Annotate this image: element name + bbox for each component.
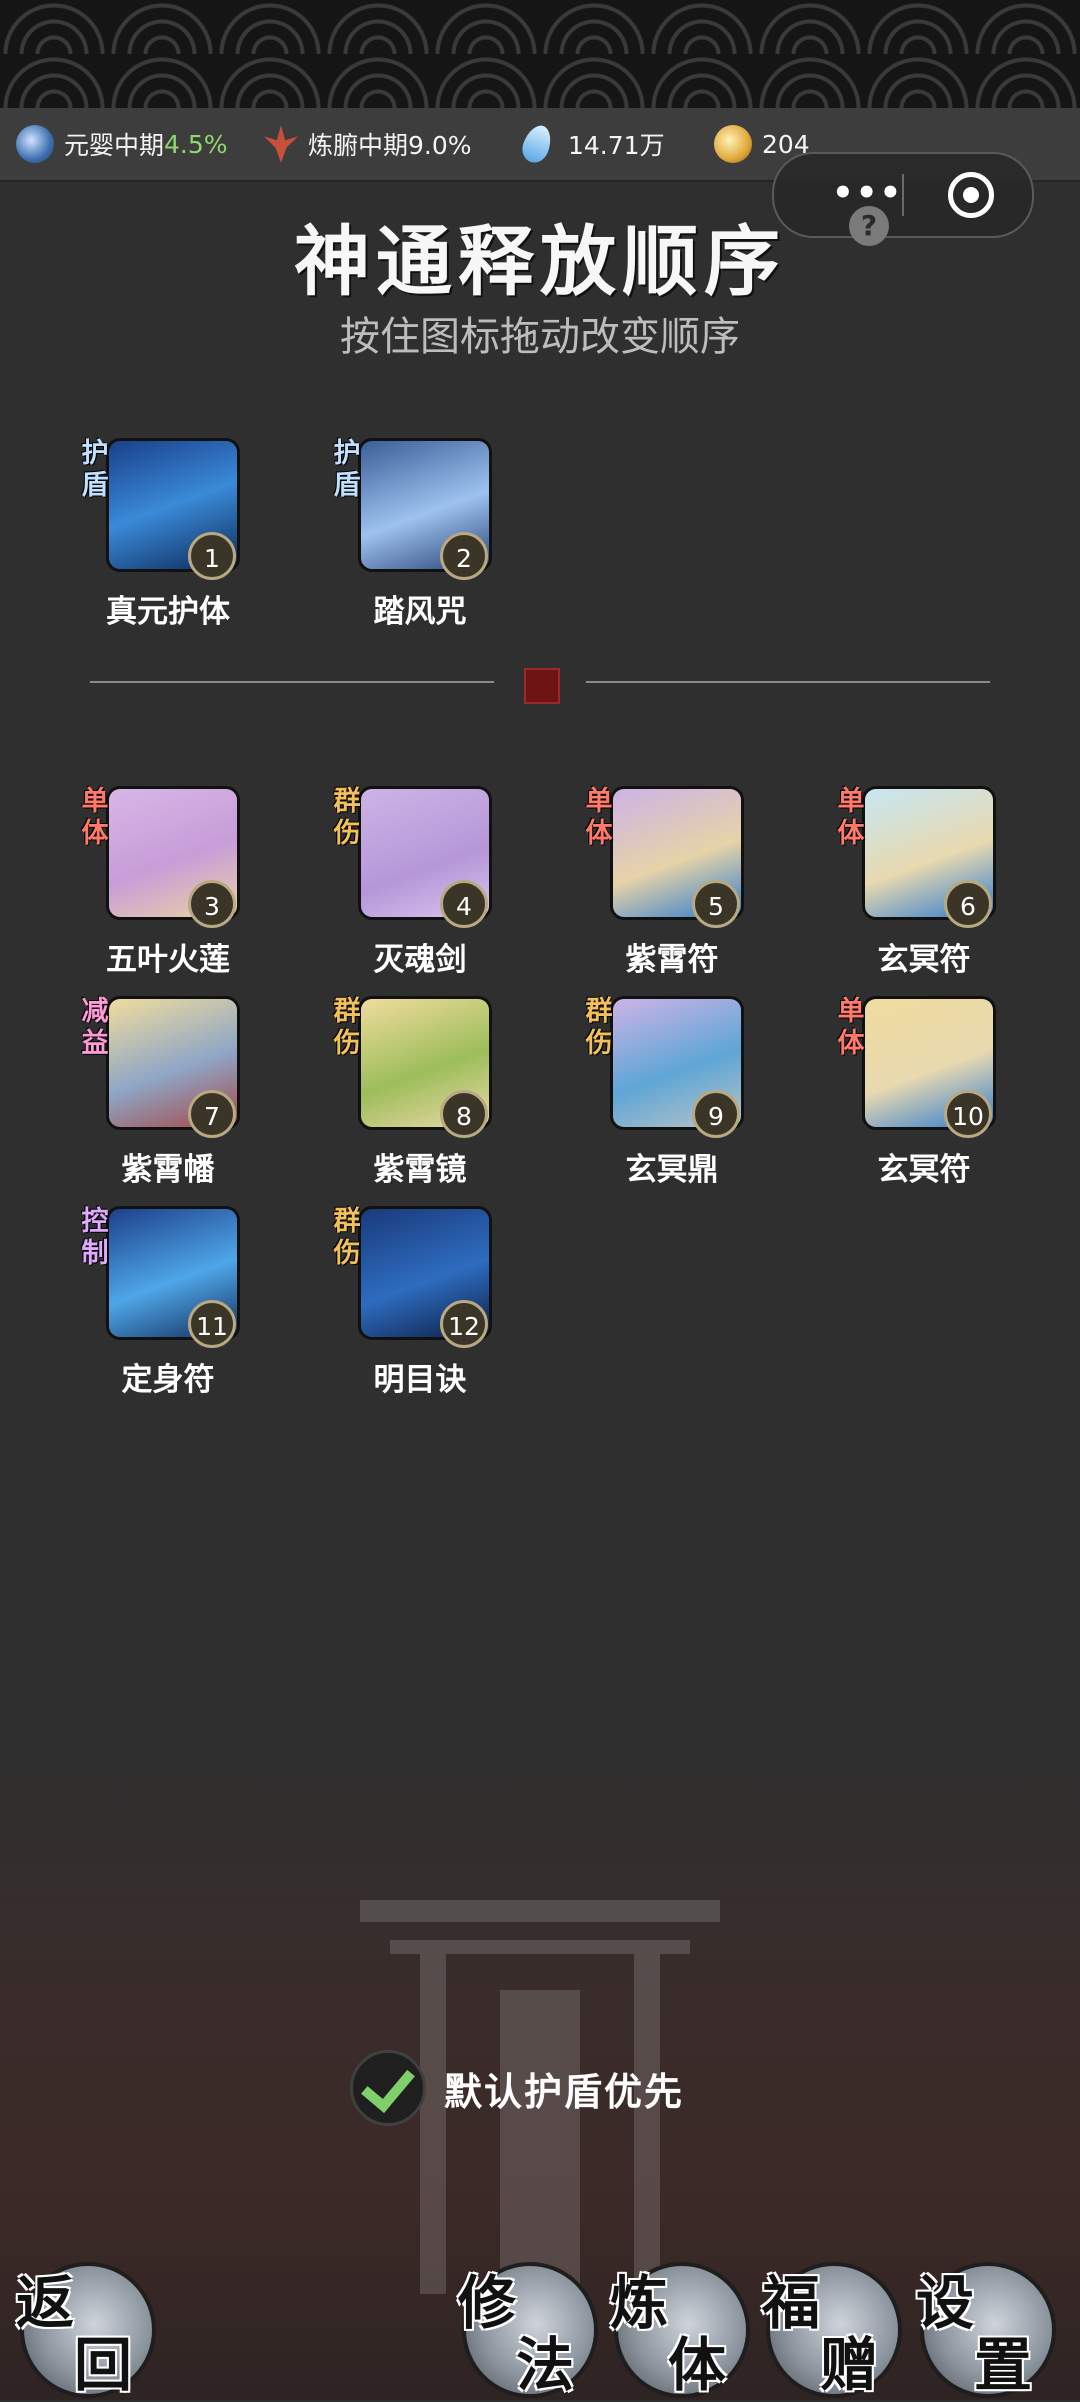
skill-name: 玄冥鼎 bbox=[625, 1152, 719, 1188]
gift-char-1: 福 bbox=[762, 2269, 821, 2337]
skill-card[interactable]: 群伤 4 灭魂剑 bbox=[330, 786, 492, 986]
cultivate-button[interactable]: 修 法 bbox=[458, 2262, 598, 2399]
skill-order-badge: 3 bbox=[188, 880, 236, 928]
refine-body-button[interactable]: 炼 体 bbox=[610, 2262, 750, 2399]
skill-type-tag: 控制 bbox=[81, 1206, 109, 1269]
yin-yang-orb-icon bbox=[16, 125, 54, 163]
skill-card[interactable]: 减益 7 紫霄幡 bbox=[78, 996, 240, 1196]
red-flame-spike-icon bbox=[264, 125, 298, 163]
crystal-stat[interactable]: 14.71万 bbox=[518, 108, 665, 180]
skill-type-tag: 群伤 bbox=[333, 996, 361, 1059]
skill-order-badge: 10 bbox=[944, 1090, 992, 1138]
skill-name: 真元护体 bbox=[106, 594, 230, 630]
gold-coin-icon bbox=[714, 125, 752, 163]
skill-order-badge: 4 bbox=[440, 880, 488, 928]
realm-stat[interactable]: 元婴中期 4.5% bbox=[16, 108, 228, 180]
skill-order-badge: 2 bbox=[440, 532, 488, 580]
skill-order-badge: 1 bbox=[188, 532, 236, 580]
skill-card[interactable]: 单体 3 五叶火莲 bbox=[78, 786, 240, 986]
skill-name: 紫霄幡 bbox=[121, 1152, 215, 1188]
settings-button[interactable]: 设 置 bbox=[916, 2262, 1056, 2399]
divider-right bbox=[586, 681, 990, 683]
skill-type-tag: 单体 bbox=[585, 786, 613, 849]
page-title: 神通释放顺序 bbox=[294, 217, 786, 306]
default-shield-toggle[interactable]: 默认护盾优先 bbox=[350, 2050, 684, 2126]
skill-order-badge: 12 bbox=[440, 1300, 488, 1348]
red-seal-icon bbox=[524, 668, 560, 704]
cultivate-char-1: 修 bbox=[458, 2269, 517, 2337]
skill-card[interactable]: 单体 5 紫霄符 bbox=[582, 786, 744, 986]
skill-order-badge: 5 bbox=[692, 880, 740, 928]
skill-type-tag: 护盾 bbox=[81, 438, 109, 501]
skill-type-tag: 单体 bbox=[81, 786, 109, 849]
back-char-2: 回 bbox=[74, 2331, 133, 2399]
skill-type-tag: 减益 bbox=[81, 996, 109, 1059]
skill-card[interactable]: 护盾 1 真元护体 bbox=[78, 438, 240, 638]
page-subtitle: 按住图标拖动改变顺序 bbox=[340, 314, 740, 360]
divider-left bbox=[90, 681, 494, 683]
back-char-1: 返 bbox=[16, 2269, 75, 2337]
top-wave-pattern bbox=[0, 0, 1080, 108]
skill-name: 紫霄符 bbox=[625, 942, 719, 978]
checkmark-icon[interactable] bbox=[350, 2050, 426, 2126]
skill-type-tag: 护盾 bbox=[333, 438, 361, 501]
blue-crystal-icon bbox=[518, 121, 556, 167]
skill-name: 灭魂剑 bbox=[373, 942, 467, 978]
gift-button[interactable]: 福 赠 bbox=[762, 2262, 902, 2399]
skill-card[interactable]: 单体 6 玄冥符 bbox=[834, 786, 996, 986]
refine-char-2: 体 bbox=[668, 2331, 727, 2399]
realm-label: 元婴中期 bbox=[64, 131, 165, 160]
skill-name: 紫霄镜 bbox=[373, 1152, 467, 1188]
skill-order-badge: 11 bbox=[188, 1300, 236, 1348]
skill-order-badge: 9 bbox=[692, 1090, 740, 1138]
body-stat[interactable]: 炼腑中期9.0% bbox=[264, 108, 472, 180]
skill-order-badge: 8 bbox=[440, 1090, 488, 1138]
skill-name: 定身符 bbox=[121, 1362, 215, 1398]
skill-name: 踏风咒 bbox=[373, 594, 467, 630]
skill-card[interactable]: 单体 10 玄冥符 bbox=[834, 996, 996, 1196]
skill-name: 明目诀 bbox=[373, 1362, 467, 1398]
skill-type-tag: 群伤 bbox=[585, 996, 613, 1059]
settings-char-2: 置 bbox=[974, 2331, 1033, 2399]
skill-type-tag: 群伤 bbox=[333, 1206, 361, 1269]
refine-char-1: 炼 bbox=[610, 2269, 669, 2337]
skill-name: 五叶火莲 bbox=[106, 942, 230, 978]
skill-name: 玄冥符 bbox=[877, 942, 971, 978]
crystal-value: 14.71万 bbox=[568, 131, 665, 160]
skill-card[interactable]: 控制 11 定身符 bbox=[78, 1206, 240, 1406]
default-shield-label: 默认护盾优先 bbox=[444, 2068, 685, 2114]
skill-order-badge: 6 bbox=[944, 880, 992, 928]
skill-type-tag: 单体 bbox=[837, 786, 865, 849]
body-label: 炼腑中期9.0% bbox=[308, 131, 472, 160]
skill-card[interactable]: 护盾 2 踏风咒 bbox=[330, 438, 492, 638]
skill-order-badge: 7 bbox=[188, 1090, 236, 1138]
cultivate-char-2: 法 bbox=[516, 2331, 575, 2399]
gift-char-2: 赠 bbox=[820, 2331, 879, 2399]
skill-card[interactable]: 群伤 12 明目诀 bbox=[330, 1206, 492, 1406]
back-button[interactable]: 返 回 bbox=[16, 2262, 156, 2399]
skill-type-tag: 单体 bbox=[837, 996, 865, 1059]
skill-card[interactable]: 群伤 9 玄冥鼎 bbox=[582, 996, 744, 1196]
settings-char-1: 设 bbox=[916, 2269, 975, 2337]
skill-name: 玄冥符 bbox=[877, 1152, 971, 1188]
skill-card[interactable]: 群伤 8 紫霄镜 bbox=[330, 996, 492, 1196]
skill-type-tag: 群伤 bbox=[333, 786, 361, 849]
realm-percent: 4.5% bbox=[164, 129, 228, 159]
